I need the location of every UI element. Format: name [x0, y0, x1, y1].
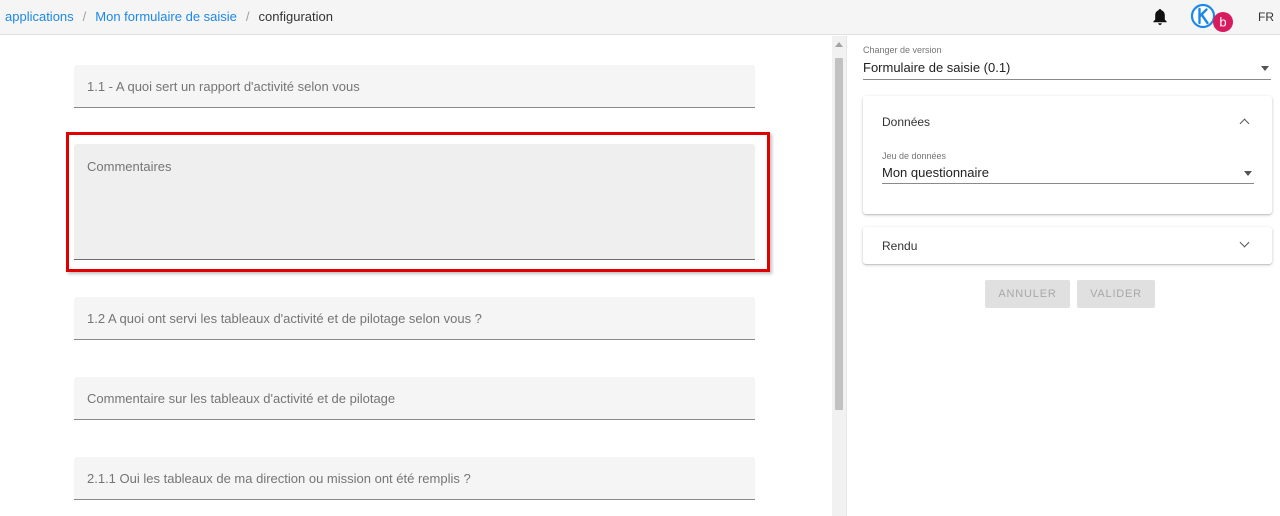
settings-panel: Changer de version Formulaire de saisie … — [846, 36, 1280, 516]
field-tableaux-remplis[interactable]: 2.1.1 Oui les tableaux de ma direction o… — [74, 457, 755, 500]
version-label: Changer de version — [863, 45, 942, 55]
rendu-title: Rendu — [882, 239, 918, 253]
donnees-card: Données Jeu de données Mon questionnaire — [863, 96, 1272, 214]
scrollbar-thumb[interactable] — [835, 58, 843, 410]
jeu-donnees-label: Jeu de données — [882, 151, 947, 161]
field-commentaire-tableaux[interactable]: Commentaire sur les tableaux d'activité … — [74, 377, 755, 420]
chevron-down-icon[interactable] — [1239, 237, 1250, 248]
breadcrumb: applications / Mon formulaire de saisie … — [5, 9, 333, 24]
avatar-letter: b — [1219, 15, 1226, 30]
jeu-donnees-value: Mon questionnaire — [882, 165, 989, 180]
breadcrumb-separator: / — [82, 9, 87, 24]
field-label: Commentaires — [87, 159, 172, 174]
language-selector[interactable]: FR — [1258, 10, 1274, 24]
breadcrumb-separator: / — [245, 9, 250, 24]
field-label: 2.1.1 Oui les tableaux de ma direction o… — [87, 471, 471, 486]
scroll-up-arrow-icon[interactable] — [835, 42, 843, 47]
field-label: 1.1 - A quoi sert un rapport d'activité … — [87, 79, 360, 94]
chevron-up-icon[interactable] — [1239, 118, 1250, 129]
field-tableaux-activite[interactable]: 1.2 A quoi ont servi les tableaux d'acti… — [74, 297, 755, 340]
app-logo-k-icon[interactable]: b — [1190, 3, 1236, 33]
validate-button[interactable]: VALIDER — [1077, 280, 1155, 308]
breadcrumb-current: configuration — [258, 9, 333, 24]
top-bar: applications / Mon formulaire de saisie … — [0, 0, 1280, 35]
rendu-card-header[interactable]: Rendu — [863, 227, 1272, 264]
field-label: Commentaire sur les tableaux d'activité … — [87, 391, 396, 406]
form-content: 1.1 - A quoi sert un rapport d'activité … — [0, 36, 832, 516]
breadcrumb-applications[interactable]: applications — [5, 9, 74, 24]
breadcrumb-form[interactable]: Mon formulaire de saisie — [95, 9, 237, 24]
scrollbar[interactable] — [832, 36, 846, 516]
version-value: Formulaire de saisie (0.1) — [863, 60, 1011, 75]
version-select[interactable]: Formulaire de saisie (0.1) — [863, 58, 1271, 80]
jeu-donnees-select[interactable]: Mon questionnaire — [882, 162, 1254, 184]
commentaires-textarea[interactable]: Commentaires — [74, 144, 755, 260]
cancel-button[interactable]: ANNULER — [985, 280, 1070, 308]
field-rapport-activite[interactable]: 1.1 - A quoi sert un rapport d'activité … — [74, 65, 755, 108]
donnees-title: Données — [882, 115, 931, 129]
dropdown-arrow-icon — [1244, 171, 1252, 176]
donnees-card-header[interactable]: Données — [863, 96, 1272, 144]
bell-icon[interactable] — [1152, 8, 1168, 26]
dropdown-arrow-icon — [1261, 66, 1269, 71]
field-label: 1.2 A quoi ont servi les tableaux d'acti… — [87, 311, 482, 326]
rendu-card: Rendu — [863, 227, 1272, 264]
